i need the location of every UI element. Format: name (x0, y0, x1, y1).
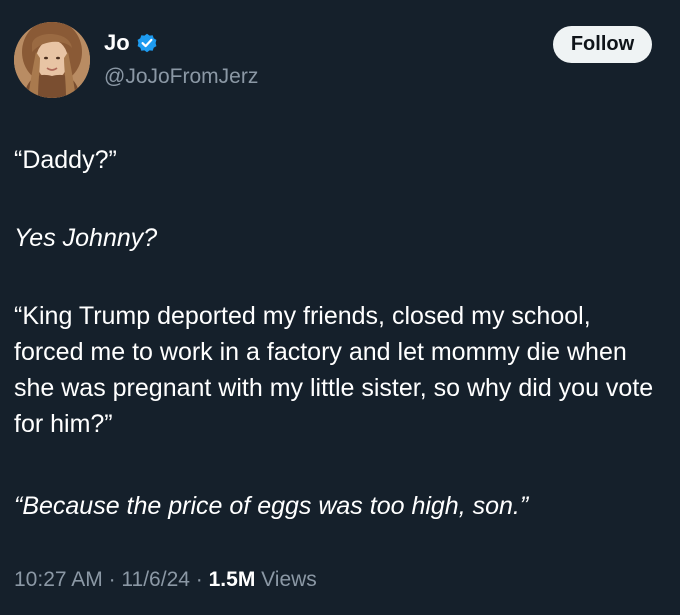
meta-separator: · (108, 568, 116, 591)
avatar[interactable] (14, 22, 90, 98)
author-name-row: Jo (104, 30, 158, 56)
views-count[interactable]: 1.5M (209, 568, 256, 591)
tweet-paragraph: “Daddy?” (14, 146, 117, 174)
follow-button[interactable]: Follow (553, 26, 652, 63)
avatar-portrait-icon (14, 22, 90, 98)
tweet-paragraph: “Because the price of eggs was too high,… (14, 492, 529, 520)
display-name[interactable]: Jo (104, 30, 130, 56)
tweet-paragraph: “King Trump deported my friends, closed … (14, 302, 654, 438)
tweet-card: Jo @JoJoFromJerz Follow “Daddy?” Yes Joh… (0, 0, 680, 615)
author-handle[interactable]: @JoJoFromJerz (104, 64, 258, 90)
verified-badge-icon (137, 33, 157, 53)
views-label[interactable]: Views (261, 568, 317, 591)
tweet-time[interactable]: 10:27 AM (14, 568, 103, 591)
tweet-meta: 10:27 AM · 11/6/24 · 1.5M Views (14, 566, 317, 594)
tweet-date[interactable]: 11/6/24 (121, 568, 190, 591)
tweet-paragraph: Yes Johnny? (14, 224, 158, 252)
meta-separator: · (195, 568, 203, 591)
